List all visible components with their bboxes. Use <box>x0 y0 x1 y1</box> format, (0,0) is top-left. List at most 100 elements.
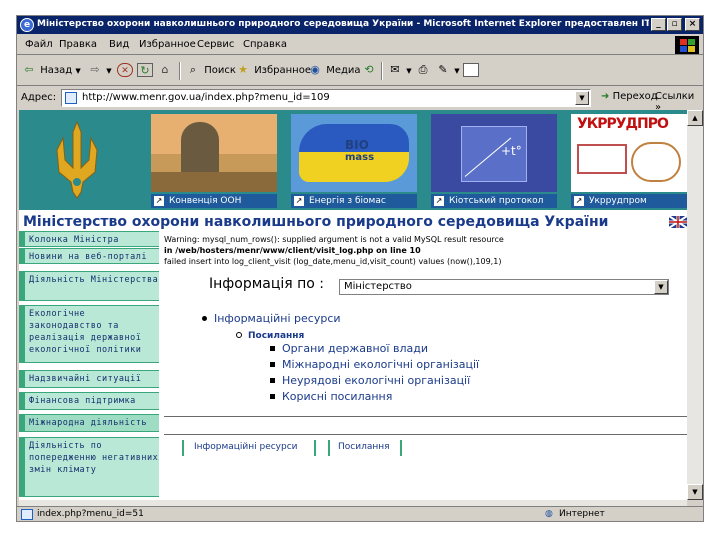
stop-button[interactable]: ✕ <box>117 63 133 79</box>
favorites-label: Избранное <box>254 65 311 76</box>
menu-file[interactable]: Файл <box>25 39 53 50</box>
warning-line: Warning: mysql_num_rows(): supplied argu… <box>164 235 504 244</box>
promo-caption: ↗ Укррудпром <box>571 194 687 208</box>
nav-international-activity[interactable]: Міжнародна діяльність <box>19 414 159 432</box>
minimize-button[interactable]: _ <box>651 18 666 31</box>
bottom-link-links[interactable]: Посилання <box>338 442 390 452</box>
promo-un-convention[interactable]: ↗ Конвенція ООН <box>151 114 277 208</box>
menu-edit[interactable]: Правка <box>59 39 97 50</box>
info-select[interactable]: Міністерство ▼ <box>339 279 669 295</box>
scroll-up-icon[interactable]: ▲ <box>687 110 703 126</box>
close-button[interactable]: × <box>685 18 700 31</box>
document-icon <box>463 63 479 77</box>
trident-emblem-icon <box>56 120 98 199</box>
warning-line: failed insert into log_client_visit (log… <box>164 257 502 266</box>
tree-info-resources[interactable]: Інформаційні ресурси <box>202 312 341 325</box>
media-icon: ◉ <box>310 63 320 76</box>
page-viewport[interactable]: ↗ Конвенція ООН BIO mass ↗ Енергія з біо… <box>19 110 687 500</box>
refresh-button[interactable]: ↻ <box>137 63 153 79</box>
promo-image: +t° <box>431 114 557 192</box>
menu-tools[interactable]: Сервис <box>197 39 234 50</box>
nav-ministry-activity[interactable]: Діяльність Міністерства <box>19 271 159 301</box>
toolbar: ⇦ Назад ▼ ⇨ ▼ ✕ ↻ ⌂ ⌕ Поиск ★ Избранное … <box>17 56 703 86</box>
promo-caption: ↗ Кіотський протокол <box>431 194 557 208</box>
promo-kyoto-protocol[interactable]: +t° ↗ Кіотський протокол <box>431 114 557 208</box>
go-label: Переход <box>612 91 658 102</box>
menu-favorites[interactable]: Избранное <box>139 39 196 50</box>
link-separator <box>328 440 330 456</box>
menu-view[interactable]: Вид <box>109 39 129 50</box>
biomass-logo-text: BIO <box>345 138 369 152</box>
nav-financial-support[interactable]: Фінансова підтримка <box>19 392 159 410</box>
search-button[interactable]: ⌕ Поиск <box>185 63 236 79</box>
square-bullet-icon <box>270 394 275 399</box>
back-label: Назад <box>40 65 73 76</box>
home-button[interactable]: ⌂ <box>157 63 173 79</box>
nav-environmental-law[interactable]: Екологічне законодавство та реалізація д… <box>19 305 159 363</box>
info-label: Інформація по : <box>209 276 325 292</box>
main-content: Warning: mysql_num_rows(): supplied argu… <box>164 234 687 500</box>
uk-flag-icon[interactable] <box>668 215 687 229</box>
address-value: http://www.menr.gov.ua/index.php?menu_id… <box>82 92 330 103</box>
kyoto-glyph: +t° <box>501 144 522 158</box>
promo-image <box>151 114 277 192</box>
bottom-link-info-resources[interactable]: Інформаційні ресурси <box>194 442 298 452</box>
nav-portal-news[interactable]: Новини на веб-порталі <box>19 248 159 264</box>
divider <box>164 416 687 417</box>
promo-ukrrudprom[interactable]: УКРРУДПРО ↗ Укррудпром <box>571 114 687 208</box>
tree-label: Корисні посилання <box>282 390 393 403</box>
browser-window: e Міністерство охорони навколишнього при… <box>16 15 704 522</box>
square-bullet-icon <box>270 378 275 383</box>
maximize-button[interactable]: ▫ <box>667 18 682 31</box>
arrow-icon: ↗ <box>294 196 304 206</box>
stop-icon: ✕ <box>117 63 133 77</box>
chevron-down-icon: ▼ <box>75 67 81 75</box>
promo-caption: ↗ Енергія з біомас <box>291 194 417 208</box>
history-icon: ⟲ <box>364 63 374 76</box>
nav-climate-change[interactable]: Діяльність по попередженню негативних зм… <box>19 437 159 497</box>
nav-emergencies[interactable]: Надзвичайні ситуації <box>19 370 159 388</box>
chevron-down-icon[interactable]: ▼ <box>654 280 668 294</box>
tree-ngos[interactable]: Неурядові екологічні організації <box>270 374 470 387</box>
back-button[interactable]: ⇦ Назад ▼ <box>21 63 81 79</box>
promo-biomass[interactable]: BIO mass ↗ Енергія з біомас <box>291 114 417 208</box>
history-button[interactable]: ⟲ <box>361 63 377 79</box>
edit-icon: ✎ <box>438 63 448 76</box>
forward-button[interactable]: ⇨ ▼ <box>87 63 111 79</box>
page-icon <box>21 509 33 520</box>
tree-useful-links[interactable]: Корисні посилання <box>270 390 393 403</box>
tree-label: Інформаційні ресурси <box>214 312 341 325</box>
print-button[interactable]: ⎙ <box>415 63 431 79</box>
chevron-down-icon[interactable]: ▼ <box>575 91 589 105</box>
go-button[interactable]: ➜ Переход <box>601 91 658 102</box>
tree-international-orgs[interactable]: Міжнародні екологічні організації <box>270 358 479 371</box>
tree-links[interactable]: Посилання <box>236 328 305 341</box>
media-label: Медиа <box>326 65 361 76</box>
scroll-down-icon[interactable]: ▼ <box>687 484 703 500</box>
left-navigation: Колонка Міністра Новини на веб-порталі Д… <box>19 231 159 500</box>
ukrrudprom-logo-text: УКРРУДПРО <box>577 116 669 132</box>
discuss-button[interactable] <box>463 63 479 79</box>
vertical-scrollbar[interactable]: ▲ ▼ <box>687 110 703 500</box>
nav-minister-column[interactable]: Колонка Міністра <box>19 231 159 247</box>
toolbar-separator <box>381 62 383 80</box>
promo-label: Енергія з біомас <box>309 196 386 206</box>
php-warning: Warning: mysql_num_rows(): supplied argu… <box>164 234 684 267</box>
tree-state-authorities[interactable]: Органи державної влади <box>270 342 428 355</box>
address-input[interactable]: http://www.menr.gov.ua/index.php?menu_id… <box>61 89 591 107</box>
edit-button[interactable]: ✎ ▼ <box>435 63 459 79</box>
favorites-button[interactable]: ★ Избранное <box>235 63 311 79</box>
warning-line: in /web/hosters/menr/www/client/visit_lo… <box>164 246 421 255</box>
page-icon <box>65 92 77 104</box>
ie-icon: e <box>20 18 34 32</box>
links-label: Ссылки <box>655 91 695 102</box>
tree-label: Посилання <box>248 331 305 341</box>
address-bar: Адрес: http://www.menr.gov.ua/index.php?… <box>17 87 703 113</box>
mail-button[interactable]: ✉ ▼ <box>387 63 411 79</box>
menu-help[interactable]: Справка <box>243 39 287 50</box>
media-button[interactable]: ◉ Медиа <box>307 63 361 79</box>
arrow-icon: ↗ <box>434 196 444 206</box>
status-bar: index.php?menu_id=51 ◍ Интернет <box>17 506 703 522</box>
promo-label: Кіотський протокол <box>449 196 544 206</box>
promo-caption: ↗ Конвенція ООН <box>151 194 277 208</box>
